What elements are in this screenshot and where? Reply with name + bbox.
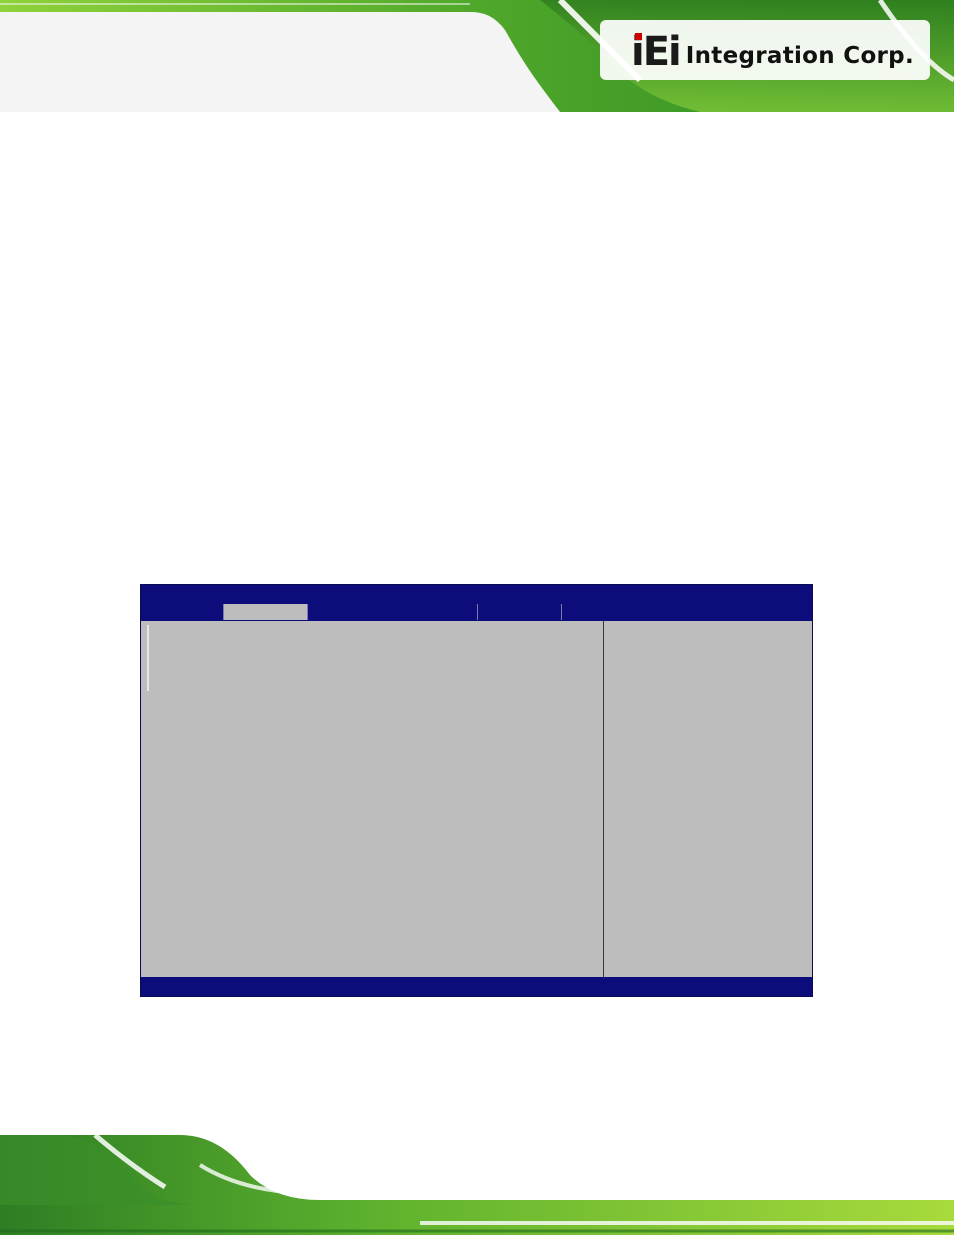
tab-4[interactable]	[478, 604, 562, 620]
footer-banner	[0, 1135, 954, 1235]
tab-2[interactable]	[224, 604, 308, 620]
bios-main-panel	[141, 621, 603, 978]
logo-mark: iEi	[631, 29, 682, 75]
logo-text: Integration Corp.	[685, 43, 914, 69]
tab-3[interactable]	[308, 604, 478, 620]
bios-screen	[140, 584, 813, 997]
company-logo: iEi Integration Corp.	[631, 28, 914, 72]
logo-dot	[635, 33, 642, 40]
tab-1[interactable]	[141, 604, 224, 620]
selection-marker	[147, 625, 149, 691]
bios-help-panel	[604, 621, 812, 978]
bios-tab-bar	[141, 603, 812, 621]
tab-5[interactable]	[562, 604, 812, 620]
bios-title-bar	[141, 585, 812, 603]
bios-status-bar	[141, 977, 812, 996]
